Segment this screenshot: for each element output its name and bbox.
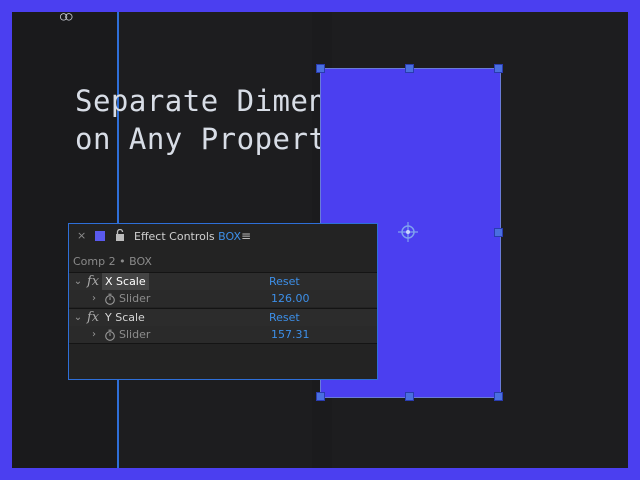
close-icon[interactable]: × (77, 229, 86, 242)
transform-handle-top-center[interactable] (405, 64, 414, 73)
stopwatch-icon[interactable] (104, 329, 116, 341)
transform-handle-bottom-center[interactable] (405, 392, 414, 401)
reset-button[interactable]: Reset (269, 309, 300, 326)
effect-name[interactable]: Y Scale (102, 309, 148, 326)
transform-handle-middle-right[interactable] (494, 228, 503, 237)
param-value[interactable]: 157.31 (271, 326, 310, 343)
effect-name[interactable]: X Scale (102, 273, 149, 290)
param-value[interactable]: 126.00 (271, 290, 310, 307)
param-row-slider[interactable]: › Slider 157.31 (69, 326, 377, 344)
param-label: Slider (119, 328, 151, 341)
panel-title-label: Effect Controls (134, 230, 215, 243)
fx-icon[interactable]: fx (87, 309, 99, 326)
chevron-right-icon[interactable]: › (89, 290, 99, 307)
chevron-down-icon[interactable]: ⌄ (73, 309, 83, 326)
composition-viewer[interactable]: ○○ Separate Dimensions on Any Property ×… (12, 12, 628, 468)
link-icon[interactable]: ○○ (60, 12, 73, 23)
transform-handle-top-left[interactable] (316, 64, 325, 73)
panel-header: × Effect Controls BOX ≡ (69, 224, 377, 248)
hamburger-menu-icon[interactable]: ≡ (241, 229, 251, 243)
stopwatch-icon[interactable] (104, 293, 116, 305)
layer-color-swatch (95, 231, 105, 241)
effect-controls-panel: × Effect Controls BOX ≡ Comp 2 • BOX ⌄ f… (68, 223, 378, 380)
reset-button[interactable]: Reset (269, 273, 300, 290)
anchor-point-icon[interactable] (395, 219, 421, 245)
transform-handle-bottom-left[interactable] (316, 392, 325, 401)
transform-handle-top-right[interactable] (494, 64, 503, 73)
chevron-right-icon[interactable]: › (89, 326, 99, 343)
panel-title: Effect Controls BOX (134, 230, 241, 243)
param-label: Slider (119, 292, 151, 305)
effect-row-y-scale[interactable]: ⌄ fx Y Scale Reset (69, 308, 377, 326)
transform-handle-bottom-right[interactable] (494, 392, 503, 401)
lock-icon[interactable] (115, 229, 125, 241)
fx-icon[interactable]: fx (87, 273, 99, 290)
breadcrumb: Comp 2 • BOX (73, 255, 152, 268)
chevron-down-icon[interactable]: ⌄ (73, 273, 83, 290)
param-row-slider[interactable]: › Slider 126.00 (69, 290, 377, 307)
effect-row-x-scale[interactable]: ⌄ fx X Scale Reset (69, 272, 377, 290)
panel-layer-name: BOX (218, 230, 241, 243)
